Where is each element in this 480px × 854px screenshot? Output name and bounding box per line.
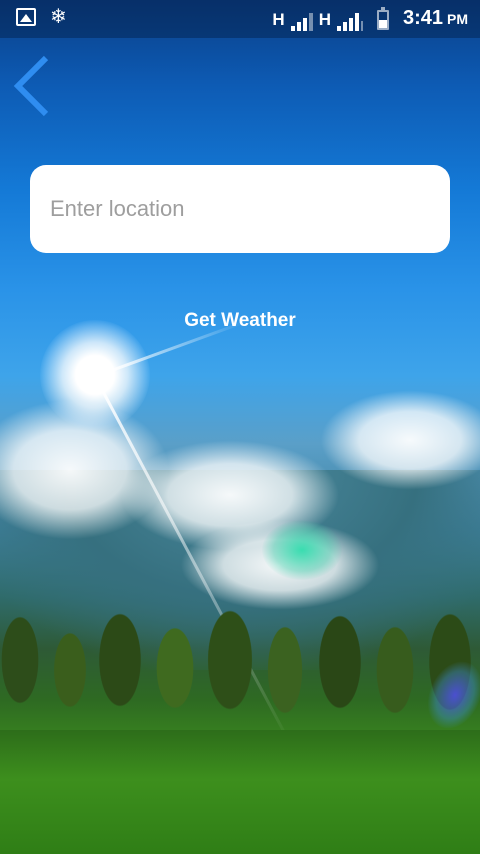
clock-ampm: PM	[447, 11, 468, 27]
location-input-card	[30, 165, 450, 253]
signal-icon	[336, 11, 363, 31]
network-type-label: H	[318, 10, 331, 29]
weather-screen: ❄ H H 3:41 PM Enter location Get Weather	[0, 0, 480, 854]
status-bar: ❄ H H 3:41 PM	[0, 0, 480, 38]
network-type-label: H	[272, 10, 285, 29]
status-bar-notifications: ❄	[16, 6, 67, 28]
grass	[0, 730, 480, 854]
signal-icon	[290, 11, 313, 31]
clock-time: 3:41	[402, 7, 443, 29]
battery-icon	[376, 7, 389, 30]
image-icon	[16, 8, 36, 26]
snowflake-icon: ❄	[50, 6, 67, 28]
get-weather-button[interactable]: Get Weather	[140, 303, 340, 339]
tree-line	[0, 590, 480, 740]
back-button[interactable]	[8, 52, 60, 120]
chevron-left-icon	[13, 55, 49, 117]
location-input[interactable]	[48, 195, 432, 223]
clock: 3:41 PM	[403, 6, 468, 31]
battery-level	[378, 20, 387, 28]
status-bar-system: H H 3:41 PM	[272, 6, 468, 31]
lens-flare	[262, 520, 342, 580]
